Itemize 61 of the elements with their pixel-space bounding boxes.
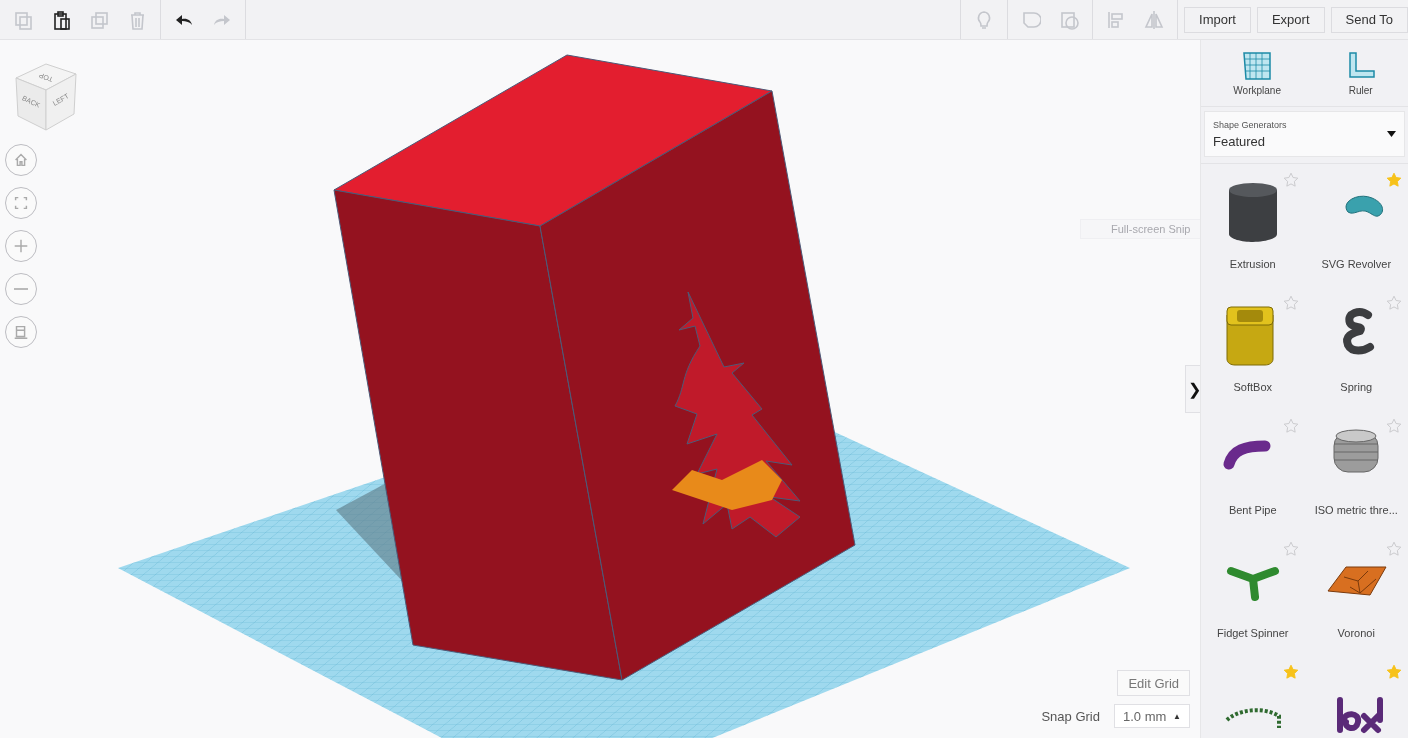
cylinder-icon (1228, 183, 1277, 242)
edit-grid-button[interactable]: Edit Grid (1117, 670, 1190, 696)
arc-icon (1225, 708, 1281, 728)
toolbar-button[interactable]: Send To (1330, 6, 1408, 33)
tooltip: Full-screen Snip (1080, 219, 1200, 239)
snap-grid-label: Snap Grid (1041, 708, 1100, 724)
shape-label[interactable]: Spring (1340, 381, 1373, 393)
star-icon[interactable] (1282, 664, 1299, 680)
workplane-tool-button[interactable]: Workplane (1231, 48, 1283, 98)
snap-grid-select[interactable]: 1.0 mm ▲ (1114, 704, 1190, 728)
fit-view-button[interactable] (5, 187, 37, 219)
mirror-icon (1144, 9, 1165, 30)
spring-icon (1343, 308, 1375, 355)
fit-icon (12, 194, 30, 212)
dropdown-value: Featured (1213, 133, 1267, 149)
home-icon (12, 151, 30, 169)
zoomout-view-button[interactable] (5, 273, 37, 305)
toolbar-button[interactable]: Export (1256, 6, 1325, 33)
star-icon[interactable] (1386, 172, 1402, 188)
library-dropdown[interactable]: Shape Generators Featured (1204, 111, 1405, 157)
star-icon[interactable] (1386, 541, 1402, 557)
grid-icon (1243, 51, 1271, 80)
glyphs-icon (1337, 697, 1384, 733)
shape-label[interactable]: Voronoi (1337, 627, 1375, 639)
copy-icon (13, 9, 33, 30)
ungroup-icon (1059, 9, 1080, 30)
zoomin-view-button[interactable] (5, 230, 37, 262)
tile-icon (1327, 566, 1387, 596)
ruler-tool-button[interactable]: Ruler (1343, 48, 1378, 98)
ring-icon (1345, 195, 1384, 217)
pipe-icon (1223, 440, 1271, 470)
home-view-button[interactable] (5, 144, 37, 176)
star-icon[interactable] (1282, 295, 1299, 311)
shape-label[interactable]: SoftBox (1233, 381, 1272, 393)
star-icon[interactable] (1386, 295, 1402, 311)
shape-label[interactable]: SVG Revolver (1321, 258, 1392, 270)
star-icon[interactable] (1282, 541, 1299, 557)
dropdown-label: Shape Generators (1213, 119, 1287, 130)
zoomin-icon (12, 237, 30, 255)
panel-toggle-button[interactable]: ❯ (1185, 365, 1200, 413)
star-icon[interactable] (1386, 664, 1402, 680)
star-icon[interactable] (1282, 172, 1299, 188)
ortho-view-button[interactable] (5, 316, 37, 348)
duplicate-icon (89, 9, 109, 30)
thread-icon (1333, 429, 1379, 473)
caret-icon (1387, 131, 1396, 137)
caret-icon: ▲ (1173, 711, 1181, 721)
group-icon (1021, 9, 1042, 30)
shape-label[interactable]: Bent Pipe (1228, 504, 1277, 516)
toolbar-button[interactable]: Import (1184, 6, 1251, 33)
star-icon[interactable] (1282, 418, 1299, 434)
spinner-icon (1226, 567, 1279, 601)
minus-icon (13, 288, 29, 290)
star-icon[interactable] (1386, 418, 1402, 434)
shape-label[interactable]: Extrusion (1229, 258, 1276, 270)
shape-label[interactable]: ISO metric thre... (1314, 504, 1398, 516)
shape-label[interactable]: Fidget Spinner (1216, 627, 1289, 639)
box-icon (1226, 306, 1274, 366)
paste-icon (51, 9, 71, 30)
ruler-icon (1348, 51, 1375, 78)
ortho-icon (12, 323, 30, 341)
